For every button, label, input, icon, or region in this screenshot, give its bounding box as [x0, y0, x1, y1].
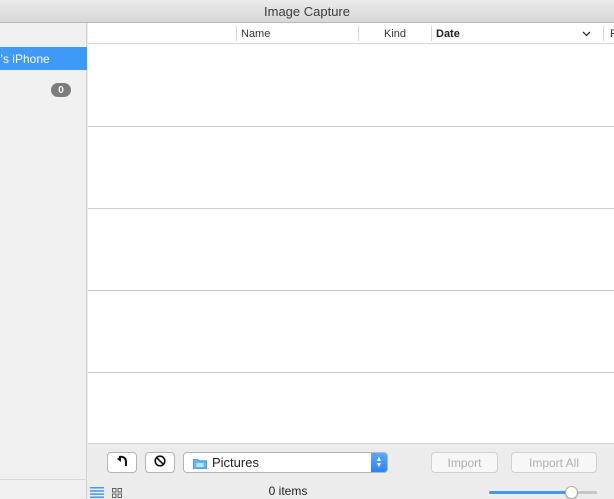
folder-icon	[193, 457, 207, 469]
column-header-date[interactable]: Date	[436, 23, 460, 44]
window-title: Image Capture	[264, 3, 350, 19]
bottom-bar: Pictures ▲ ▼ Import Import All 0 items	[88, 443, 614, 499]
thumbnail-size-slider[interactable]	[489, 486, 597, 499]
row-divider	[88, 290, 614, 291]
column-separator	[603, 26, 604, 41]
slider-fill	[489, 491, 572, 494]
item-count-badge: 0	[51, 83, 71, 97]
table-header: Name Kind Date F	[88, 23, 614, 44]
row-divider	[88, 372, 614, 373]
title-bar: Image Capture	[0, 0, 614, 23]
rotate-button[interactable]	[107, 452, 137, 473]
select-arrows-icon: ▲ ▼	[371, 453, 387, 472]
column-separator	[236, 26, 237, 41]
column-header-extra[interactable]: F	[610, 23, 614, 44]
no-entry-icon	[154, 455, 166, 470]
column-separator	[431, 26, 432, 41]
row-divider	[88, 126, 614, 127]
import-destination-select[interactable]: Pictures ▲ ▼	[183, 452, 388, 473]
sidebar: g's iPhone 0	[0, 23, 87, 499]
file-list: Name Kind Date F	[88, 23, 614, 443]
chevron-down-icon	[582, 23, 591, 44]
device-name: g's iPhone	[0, 51, 50, 66]
rotate-left-icon	[116, 455, 128, 470]
import-button[interactable]: Import	[431, 452, 498, 473]
slider-knob[interactable]	[565, 486, 578, 499]
row-divider	[88, 208, 614, 209]
column-separator	[358, 26, 359, 41]
delete-button[interactable]	[145, 452, 175, 473]
items-count: 0 items	[268, 484, 308, 498]
sidebar-divider	[0, 479, 87, 480]
column-header-kind[interactable]: Kind	[384, 23, 406, 44]
destination-value: Pictures	[212, 455, 259, 470]
sidebar-item-device[interactable]: g's iPhone	[0, 47, 87, 70]
import-all-button[interactable]: Import All	[511, 452, 597, 473]
column-header-name[interactable]: Name	[241, 23, 270, 44]
